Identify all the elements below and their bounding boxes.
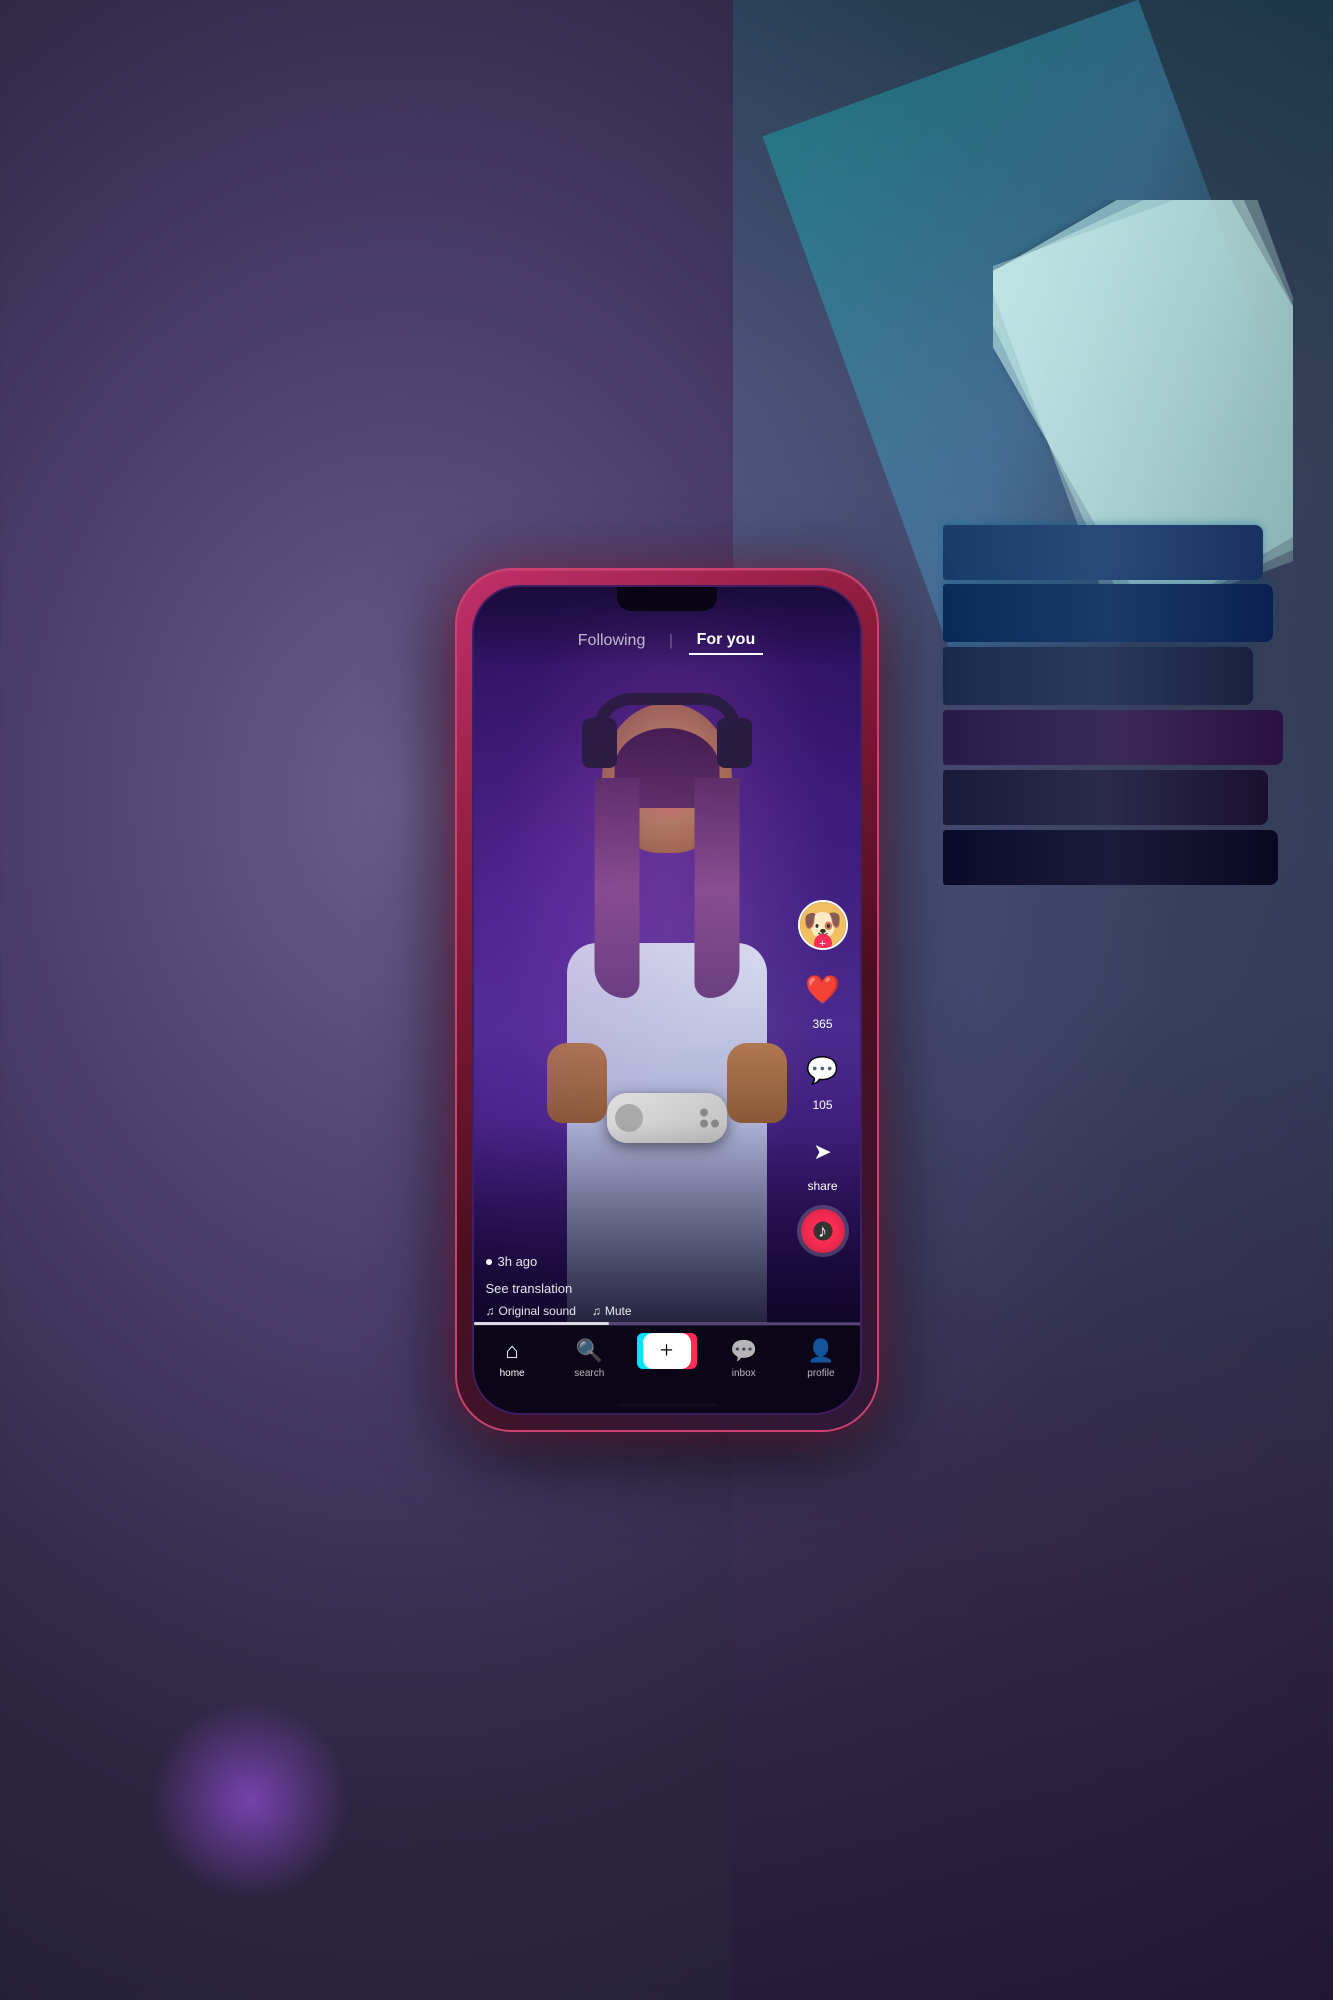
- comment-icon: 💬: [806, 1056, 838, 1086]
- headphones: [582, 693, 752, 793]
- comment-count: 105: [812, 1098, 832, 1112]
- search-icon: 🔍: [576, 1338, 603, 1364]
- time-dot: [486, 1259, 492, 1265]
- home-label: home: [500, 1368, 525, 1379]
- follow-plus-icon[interactable]: +: [814, 934, 832, 950]
- nav-profile[interactable]: 👤 profile: [782, 1338, 859, 1379]
- home-icon: ⌂: [506, 1338, 519, 1364]
- side-actions: 🐶 + ❤️ 365 💬 105: [798, 900, 848, 1253]
- nav-home[interactable]: ⌂ home: [474, 1338, 551, 1379]
- phone-device: Following | For you 🐶 + ❤️: [457, 570, 877, 1430]
- original-sound-label: Original sound: [499, 1304, 576, 1318]
- music-note-icon: ♪: [818, 1221, 827, 1242]
- sound-row: ♫ Original sound ♫ Mute: [486, 1304, 790, 1318]
- add-button[interactable]: +: [643, 1333, 691, 1369]
- like-count: 365: [812, 1017, 832, 1031]
- music-disc[interactable]: ♪: [801, 1209, 845, 1253]
- following-tab[interactable]: Following: [570, 628, 654, 654]
- share-button[interactable]: ➤: [799, 1128, 847, 1176]
- bottom-navigation: ⌂ home 🔍 search + 💬 inbox 👤: [474, 1325, 860, 1413]
- time-ago-row: 3h ago: [486, 1254, 790, 1269]
- phone-screen-container: Following | For you 🐶 + ❤️: [472, 585, 862, 1415]
- phone-notch: [617, 587, 717, 611]
- share-label: share: [807, 1179, 837, 1193]
- heart-icon: ❤️: [805, 973, 840, 1007]
- nav-add: +: [628, 1333, 705, 1369]
- creator-avatar[interactable]: 🐶 +: [798, 900, 848, 950]
- nav-inbox[interactable]: 💬 inbox: [705, 1338, 782, 1379]
- nav-tabs: Following | For you: [570, 627, 763, 655]
- for-you-tab[interactable]: For you: [689, 627, 764, 655]
- share-action: ➤ share: [799, 1128, 847, 1193]
- mute-label: Mute: [605, 1304, 632, 1318]
- nav-divider: |: [669, 632, 672, 650]
- profile-label: profile: [807, 1368, 834, 1379]
- mute-sound[interactable]: ♫ Mute: [592, 1304, 632, 1318]
- add-icon: +: [660, 1338, 674, 1365]
- bottom-content: 3h ago See translation ♫ Original sound …: [486, 1254, 790, 1318]
- comment-action: 💬 105: [799, 1047, 847, 1112]
- share-icon: ➤: [813, 1139, 831, 1165]
- search-label: search: [574, 1368, 604, 1379]
- like-button[interactable]: ❤️: [799, 966, 847, 1014]
- nav-search[interactable]: 🔍 search: [551, 1338, 628, 1379]
- profile-icon: 👤: [807, 1338, 834, 1364]
- comment-button[interactable]: 💬: [799, 1047, 847, 1095]
- time-ago-text: 3h ago: [498, 1254, 538, 1269]
- inbox-label: inbox: [732, 1368, 756, 1379]
- phone-screen: Following | For you 🐶 + ❤️: [474, 587, 860, 1413]
- original-sound[interactable]: ♫ Original sound: [486, 1304, 576, 1318]
- see-translation[interactable]: See translation: [486, 1281, 790, 1296]
- books-stack: [943, 200, 1293, 900]
- inbox-icon: 💬: [730, 1338, 757, 1364]
- music-icon-small-1: ♫: [486, 1304, 495, 1318]
- music-disc-item: ♪: [801, 1209, 845, 1253]
- creator-avatar-item: 🐶 +: [798, 900, 848, 950]
- music-icon-small-2: ♫: [592, 1304, 601, 1318]
- like-action: ❤️ 365: [799, 966, 847, 1031]
